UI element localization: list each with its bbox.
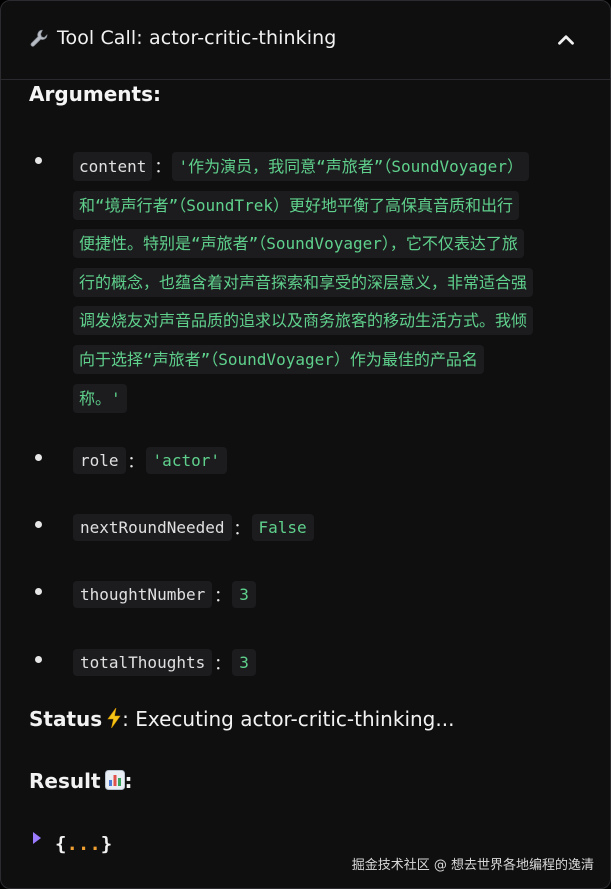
argument-separator: ：: [214, 654, 231, 673]
status-label: Status: [29, 707, 103, 731]
argument-thought-number: thoughtNumber ： 3: [73, 578, 256, 610]
argument-value-thought-number: 3: [232, 580, 256, 608]
argument-value-content: '作为演员，我同意“声旅者”（SoundVoyager） 和“境声行者”（Soun…: [73, 152, 534, 413]
status-line: Status : Executing actor-critic-thinking.…: [29, 707, 454, 731]
chevron-up-icon[interactable]: [553, 27, 579, 53]
result-label: Result: [29, 769, 101, 793]
result-suffix: :: [124, 769, 133, 793]
argument-value-role: 'actor': [145, 446, 227, 474]
wrench-icon: [30, 29, 48, 47]
list-bullet: [35, 521, 42, 528]
json-ellipsis: ...: [66, 833, 101, 855]
argument-role: role ： 'actor': [73, 444, 227, 476]
list-bullet: [35, 656, 42, 663]
argument-separator: ：: [214, 586, 231, 605]
json-close-brace: }: [100, 833, 113, 855]
argument-value-next-round-needed: False: [251, 513, 314, 541]
argument-content: content： '作为演员，我同意“声旅者”（SoundVoyager） 和“境声…: [73, 148, 579, 418]
argument-value-total-thoughts: 3: [232, 648, 256, 676]
list-bullet: [35, 454, 42, 461]
collapsed-result-json[interactable]: {...}: [55, 833, 112, 855]
argument-key-next-round-needed: nextRoundNeeded: [73, 513, 232, 541]
argument-key-total-thoughts: totalThoughts: [73, 648, 213, 676]
argument-separator: ：: [154, 157, 171, 176]
argument-separator: ：: [233, 519, 250, 538]
result-heading: Result:: [29, 769, 133, 793]
watermark-text: 掘金技术社区 @ 想去世界各地编程的逸清: [351, 858, 594, 873]
argument-key-role: role: [73, 446, 126, 474]
argument-key-thought-number: thoughtNumber: [73, 580, 213, 608]
argument-next-round-needed: nextRoundNeeded ： False: [73, 511, 314, 543]
list-bullet: [35, 588, 42, 595]
json-open-brace: {: [55, 833, 67, 855]
expand-triangle-icon[interactable]: [32, 832, 42, 844]
status-text: : Executing actor-critic-thinking...: [122, 707, 455, 731]
tool-call-panel: Tool Call: actor-critic-thinking Argumen…: [0, 0, 611, 889]
lightning-icon: [107, 708, 121, 728]
list-bullet: [35, 157, 42, 164]
tool-call-header[interactable]: Tool Call: actor-critic-thinking: [1, 1, 610, 80]
arguments-heading: Arguments:: [29, 82, 162, 106]
argument-key-content: content: [73, 152, 153, 181]
argument-separator: ：: [127, 452, 144, 471]
tool-call-title-text: Tool Call: actor-critic-thinking: [57, 27, 337, 49]
tool-call-title: Tool Call: actor-critic-thinking: [29, 27, 336, 49]
argument-total-thoughts: totalThoughts ： 3: [73, 646, 256, 678]
bar-chart-icon: [104, 770, 125, 790]
